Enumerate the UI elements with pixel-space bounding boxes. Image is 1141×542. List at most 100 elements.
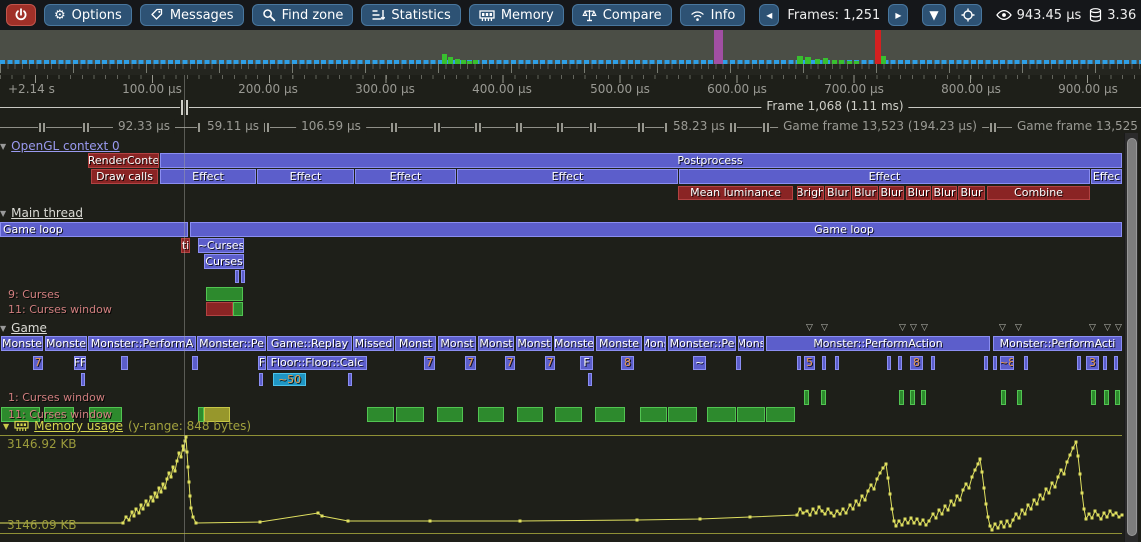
lock-activity[interactable] — [804, 390, 809, 405]
timeline-zone[interactable]: 8 — [621, 356, 634, 370]
timeline-zone[interactable]: Draw calls — [91, 169, 158, 184]
timeline-zone[interactable]: Monste — [45, 336, 87, 351]
power-button[interactable] — [6, 4, 36, 26]
lock-activity[interactable] — [1115, 390, 1120, 405]
timeline-zone[interactable]: Curses — [204, 254, 244, 269]
prev-frame-button[interactable]: ◂ — [759, 4, 779, 26]
lock-activity[interactable] — [921, 390, 926, 405]
timeline-zone[interactable]: Blur — [932, 186, 957, 200]
timeline-zone[interactable] — [797, 356, 801, 370]
timeline-zone[interactable] — [348, 373, 352, 386]
timeline-zone[interactable]: 7 — [424, 356, 435, 370]
timeline-zone[interactable]: 7 — [33, 356, 43, 370]
timeline-zone[interactable]: Blur — [879, 186, 904, 200]
lock-activity[interactable] — [640, 407, 667, 422]
timeline-zone[interactable]: 8 — [910, 356, 923, 370]
message-marker[interactable]: ▽ — [999, 324, 1006, 333]
find-zone-button[interactable]: Find zone — [252, 4, 354, 26]
timeline-zone[interactable]: Postprocess — [160, 153, 1122, 168]
timeline-zone[interactable]: Monster::PerformActi — [993, 336, 1122, 351]
timeline-zone[interactable]: Monst — [478, 336, 514, 351]
timeline-zone[interactable] — [259, 373, 263, 386]
memory-section-header[interactable]: ▼ Memory usage (y-range: 848 bytes) — [3, 419, 251, 433]
timeline-zone[interactable]: Effect — [160, 169, 256, 184]
memory-usage-title[interactable]: Memory usage — [34, 419, 123, 433]
lock-activity[interactable] — [737, 407, 765, 422]
message-marker[interactable]: ▽ — [806, 324, 813, 333]
timeline-zone[interactable]: F — [258, 356, 266, 370]
timeline-zone[interactable]: ~50 — [273, 373, 306, 386]
lock-activity[interactable] — [1001, 390, 1006, 405]
timeline-zone[interactable]: ~ — [693, 356, 706, 370]
message-marker[interactable]: ▽ — [1115, 324, 1122, 333]
timeline-zone[interactable] — [192, 356, 198, 370]
message-marker[interactable]: ▽ — [1015, 324, 1022, 333]
timeline-zone[interactable]: Missed — [353, 336, 394, 351]
timeline-zone[interactable]: Effect — [457, 169, 678, 184]
timeline-zone[interactable]: F — [580, 356, 593, 370]
collapse-triangle-icon[interactable]: ▼ — [0, 209, 6, 218]
timeline-zone[interactable]: Effec — [1091, 169, 1122, 184]
compare-button[interactable]: Compare — [572, 4, 672, 26]
lock-activity[interactable] — [233, 302, 243, 316]
lock-label[interactable]: 11: Curses window — [8, 303, 112, 316]
timeline-zone[interactable] — [887, 356, 891, 370]
go-to-frame-button[interactable]: ▼ — [922, 4, 945, 26]
messages-button[interactable]: Messages — [140, 4, 244, 26]
timeline-zone[interactable]: ~8 — [1000, 356, 1014, 370]
message-marker[interactable]: ▽ — [910, 324, 917, 333]
timeline-zone[interactable]: Monst — [438, 336, 476, 351]
lock-activity[interactable] — [1104, 390, 1109, 405]
scrollbar-handle[interactable] — [1127, 138, 1137, 536]
lock-activity[interactable] — [595, 407, 625, 422]
subframe-band[interactable]: 92.33 µs59.11 µs106.59 µs58.23 µsGame fr… — [0, 118, 1141, 136]
lock-activity[interactable] — [899, 390, 904, 405]
memory-button[interactable]: Memory — [469, 4, 564, 26]
info-button[interactable]: Info — [680, 4, 746, 26]
timeline-zone[interactable]: Blur — [852, 186, 878, 200]
timeline-zone[interactable]: Floor::Floor::Calc — [267, 356, 367, 370]
timeline-zone[interactable] — [835, 356, 839, 370]
lock-activity[interactable] — [206, 287, 243, 301]
lock-activity[interactable] — [1091, 390, 1096, 405]
timeline-zone[interactable] — [736, 356, 741, 370]
timeline-zone[interactable]: ~Curses — [198, 238, 244, 253]
lock-activity[interactable] — [707, 407, 736, 422]
lock-activity[interactable] — [206, 302, 233, 316]
message-marker[interactable]: ▽ — [899, 324, 906, 333]
timeline-zone[interactable]: Mons — [644, 336, 666, 351]
timeline-zone[interactable]: Monster::PerformAction — [766, 336, 990, 351]
collapse-triangle-icon[interactable]: ▼ — [0, 324, 6, 333]
timeline-zone[interactable] — [81, 373, 85, 386]
statistics-button[interactable]: Statistics — [361, 4, 460, 26]
lock-activity[interactable] — [766, 407, 795, 422]
timeline-zone[interactable]: Monster::Pe — [668, 336, 736, 351]
message-marker[interactable]: ▽ — [1104, 324, 1111, 333]
timeline-zone[interactable]: Mean luminance — [678, 186, 793, 200]
timeline-zone[interactable] — [1103, 356, 1107, 370]
timeline-zone[interactable]: 7 — [505, 356, 515, 370]
lock-activity[interactable] — [668, 407, 697, 422]
collapse-triangle-icon[interactable]: ▼ — [3, 422, 9, 431]
timeline-zone[interactable]: Effect — [257, 169, 354, 184]
options-button[interactable]: ⚙Options — [44, 4, 132, 26]
timeline-zone[interactable]: Blur — [958, 186, 985, 200]
lock-activity[interactable] — [910, 390, 915, 405]
timeline-zone[interactable] — [898, 356, 902, 370]
timeline-zone[interactable]: Blur — [825, 186, 851, 200]
timeline-zone[interactable]: Combine — [987, 186, 1090, 200]
timeline-zone[interactable]: 5 — [804, 356, 815, 370]
timeline-zone[interactable] — [931, 356, 935, 370]
timeline-zone[interactable]: Monste — [596, 336, 642, 351]
timeline-zone[interactable] — [993, 356, 997, 370]
section-header-main-thread[interactable]: ▼Main thread — [0, 206, 83, 220]
timeline-zone[interactable]: Monste — [1, 336, 43, 351]
timeline-zone[interactable]: 7 — [545, 356, 555, 370]
timeline-zone[interactable]: ti — [181, 238, 190, 253]
frame-overview[interactable] — [0, 30, 1141, 75]
timeline-zone[interactable]: Effect — [679, 169, 1090, 184]
timeline-zone[interactable] — [1024, 356, 1028, 370]
timeline-zone[interactable] — [241, 270, 245, 283]
frame-band[interactable]: Frame 1,068 (1.11 ms) — [0, 96, 1141, 116]
timeline-zone[interactable] — [822, 356, 826, 370]
